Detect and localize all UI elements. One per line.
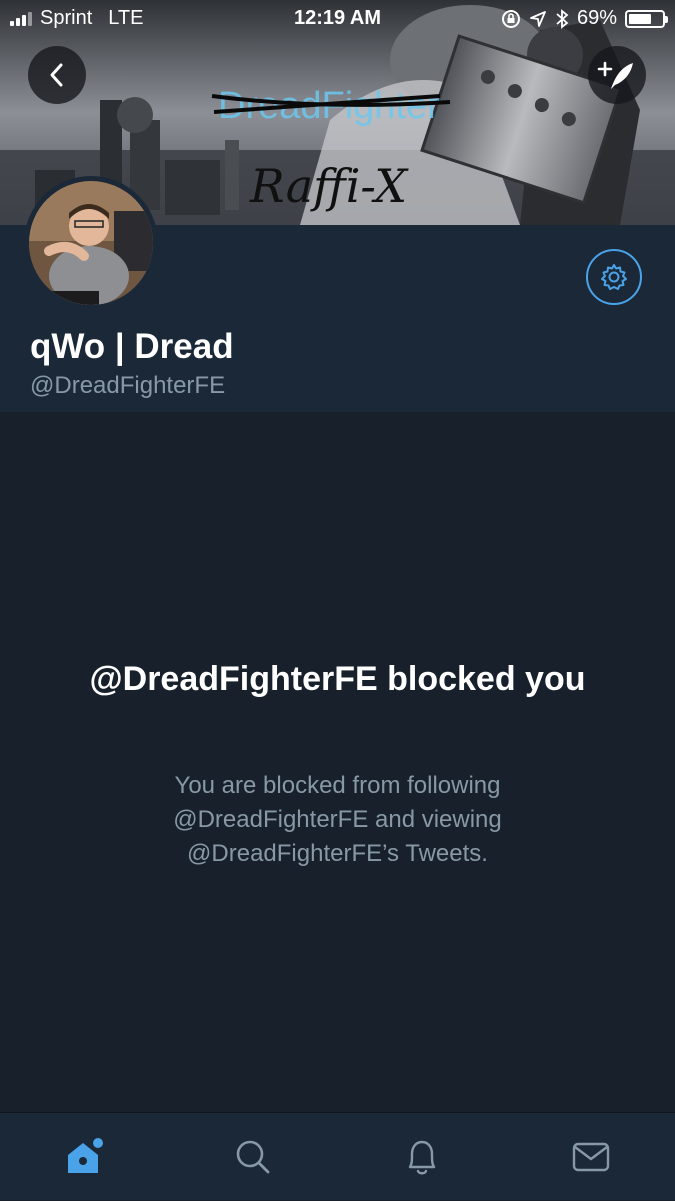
back-button[interactable] bbox=[28, 46, 86, 104]
avatar[interactable] bbox=[24, 176, 158, 310]
bottom-tab-bar bbox=[0, 1112, 675, 1200]
profile-handle: @DreadFighterFE bbox=[30, 372, 226, 399]
status-bar: Sprint LTE 12:19 AM 69% bbox=[0, 0, 675, 40]
avatar-image bbox=[29, 181, 153, 305]
blocked-title: @DreadFighterFE blocked you bbox=[89, 660, 586, 698]
compose-feather-icon bbox=[597, 61, 633, 89]
blocked-description: You are blocked from following @DreadFig… bbox=[173, 772, 502, 867]
profile-settings-button[interactable] bbox=[586, 249, 642, 305]
battery-fill bbox=[629, 13, 652, 24]
battery-percent: 69% bbox=[576, 7, 617, 29]
tab-home[interactable] bbox=[0, 1113, 168, 1201]
display-name: qWo | Dread bbox=[30, 327, 234, 366]
compose-tweet-button[interactable] bbox=[588, 46, 646, 104]
tab-messages[interactable] bbox=[507, 1113, 675, 1201]
tab-search[interactable] bbox=[169, 1113, 337, 1201]
search-icon bbox=[236, 1140, 270, 1174]
bell-icon bbox=[408, 1140, 436, 1175]
banner-handwritten-text: Raffi-X bbox=[249, 159, 409, 213]
status-right: 69% bbox=[501, 7, 668, 30]
chevron-left-icon bbox=[50, 63, 63, 87]
envelope-icon bbox=[572, 1142, 610, 1172]
battery-icon bbox=[625, 9, 668, 28]
bluetooth-icon bbox=[556, 8, 569, 29]
gear-icon bbox=[601, 264, 627, 290]
tab-notifications[interactable] bbox=[338, 1113, 506, 1201]
rotation-lock-icon bbox=[501, 9, 520, 28]
location-icon bbox=[530, 10, 546, 27]
home-icon bbox=[68, 1138, 103, 1173]
